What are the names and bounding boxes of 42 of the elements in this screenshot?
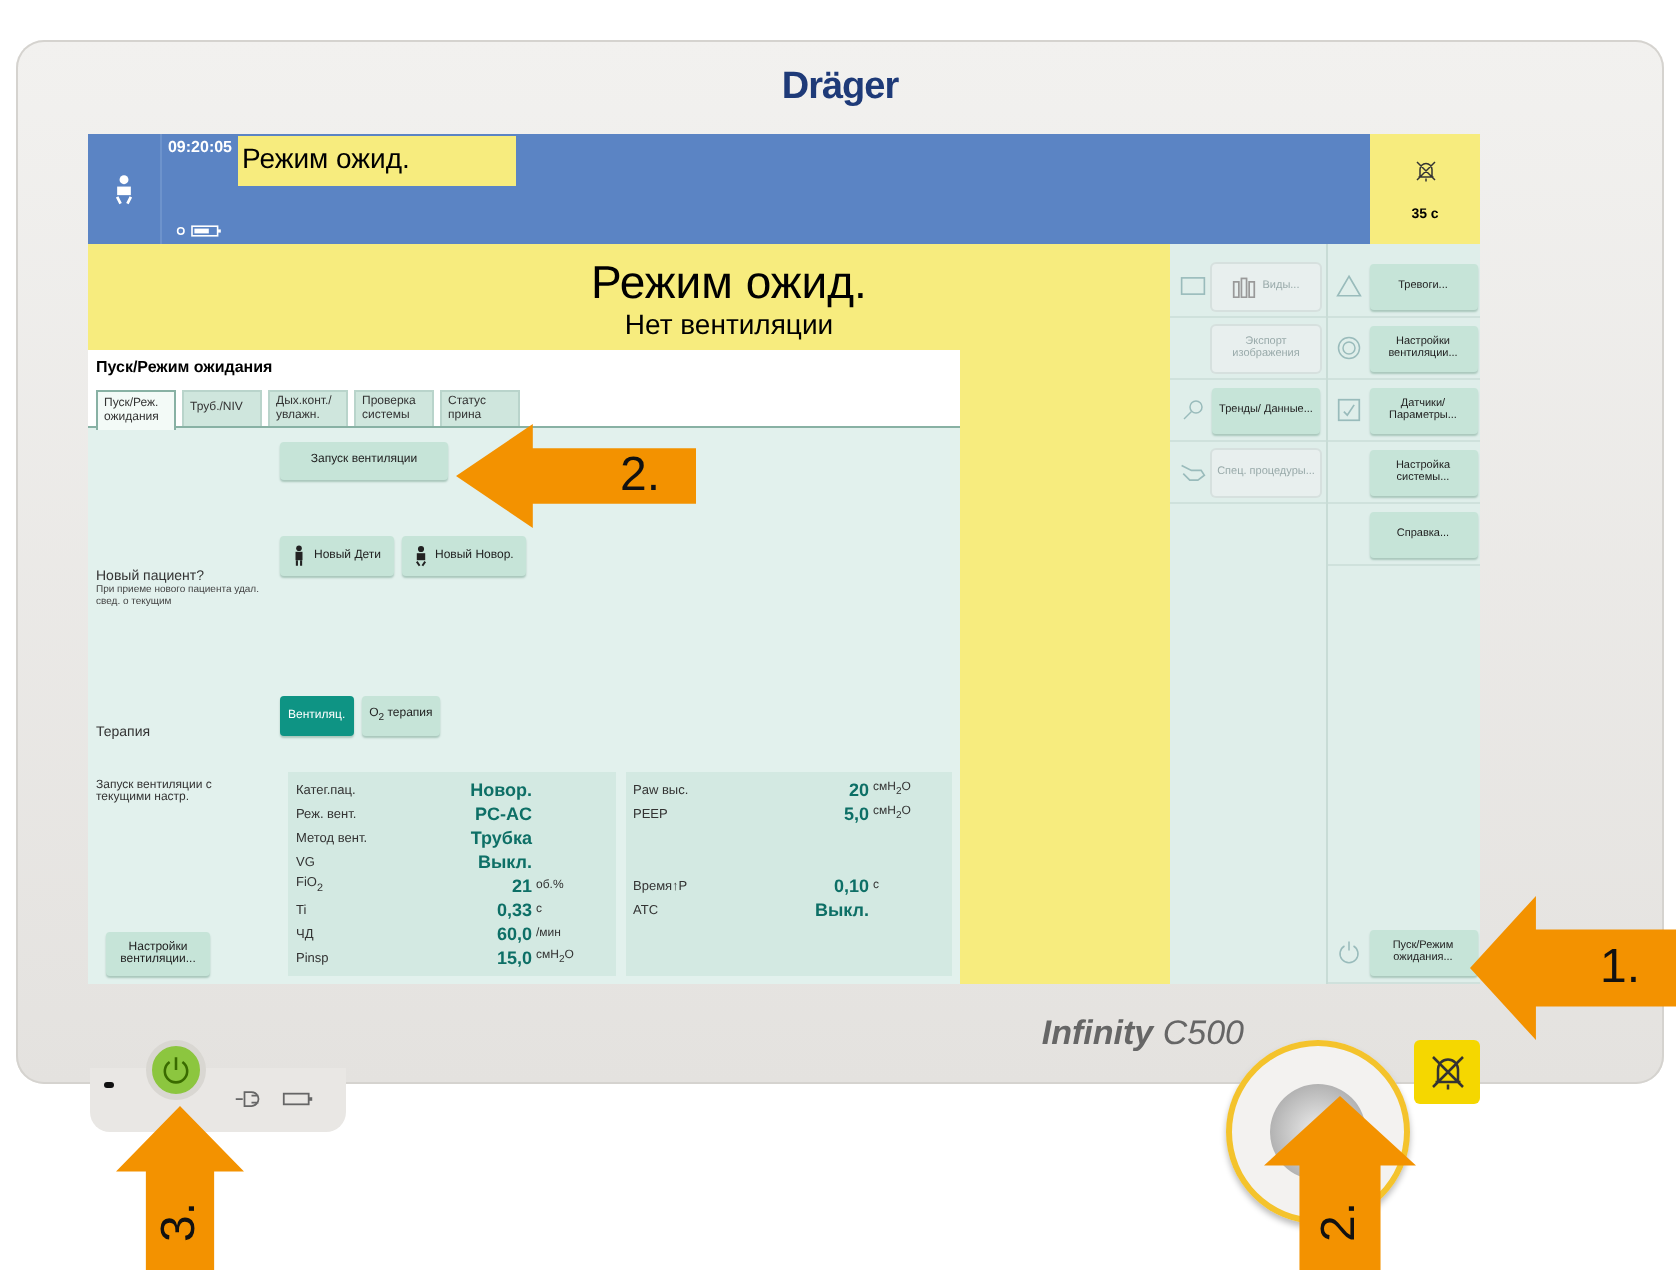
- warning-icon: [1336, 274, 1362, 298]
- parameter-value: 60,0: [494, 924, 534, 944]
- parameter-value: 21: [509, 876, 534, 896]
- hand-icon: [1179, 460, 1205, 484]
- checklist-icon: [1336, 398, 1362, 422]
- power-icon: [160, 1054, 192, 1086]
- alarm-silence-key[interactable]: [1414, 1040, 1480, 1104]
- power-icon: [1336, 940, 1362, 964]
- parameter-value: Трубка: [468, 828, 534, 848]
- parameter-value: 5,0: [841, 804, 871, 824]
- ring-icon: [1336, 336, 1362, 360]
- bottles-icon: [1232, 275, 1257, 297]
- step-number: 2.: [1312, 1202, 1368, 1242]
- infant-icon: [413, 544, 427, 568]
- parameter-value: 0,10: [831, 876, 871, 896]
- model-name: Infinity C500: [1041, 1014, 1244, 1054]
- parameter-value: 0,33: [494, 900, 534, 920]
- parameter-value: PC-AC: [473, 804, 534, 824]
- clock-time: 09:20:05: [167, 138, 233, 156]
- banner-title: Режим ожид.: [591, 255, 867, 307]
- banner-subtitle: Нет вентиляции: [624, 307, 834, 339]
- screen-icon: [1179, 274, 1205, 298]
- parameter-value: Выкл.: [475, 852, 534, 872]
- parameter-value: 15,0: [494, 948, 534, 968]
- dialog-title: Пуск/Режим ожидания: [96, 358, 273, 376]
- battery-icon: [282, 1090, 314, 1108]
- parameter-value: Новор.: [468, 780, 534, 800]
- parameter-value: 20: [846, 780, 871, 800]
- alarm-silence-icon: [1413, 157, 1437, 183]
- step-number: 1.: [1599, 940, 1640, 996]
- search-icon: [1179, 398, 1205, 422]
- infant-icon: [112, 173, 136, 205]
- step-number: 3.: [152, 1202, 208, 1242]
- battery-icon: [176, 224, 224, 238]
- parameter-value: Выкл.: [812, 900, 871, 920]
- step-number: 2.: [619, 448, 660, 504]
- alarm-silence-icon: [1427, 1052, 1467, 1092]
- status-message: Режим ожид.: [238, 136, 516, 186]
- plug-icon: [234, 1088, 262, 1110]
- brand-logo: Dräger: [781, 65, 899, 109]
- child-icon: [292, 544, 306, 568]
- power-button[interactable]: [146, 1040, 206, 1100]
